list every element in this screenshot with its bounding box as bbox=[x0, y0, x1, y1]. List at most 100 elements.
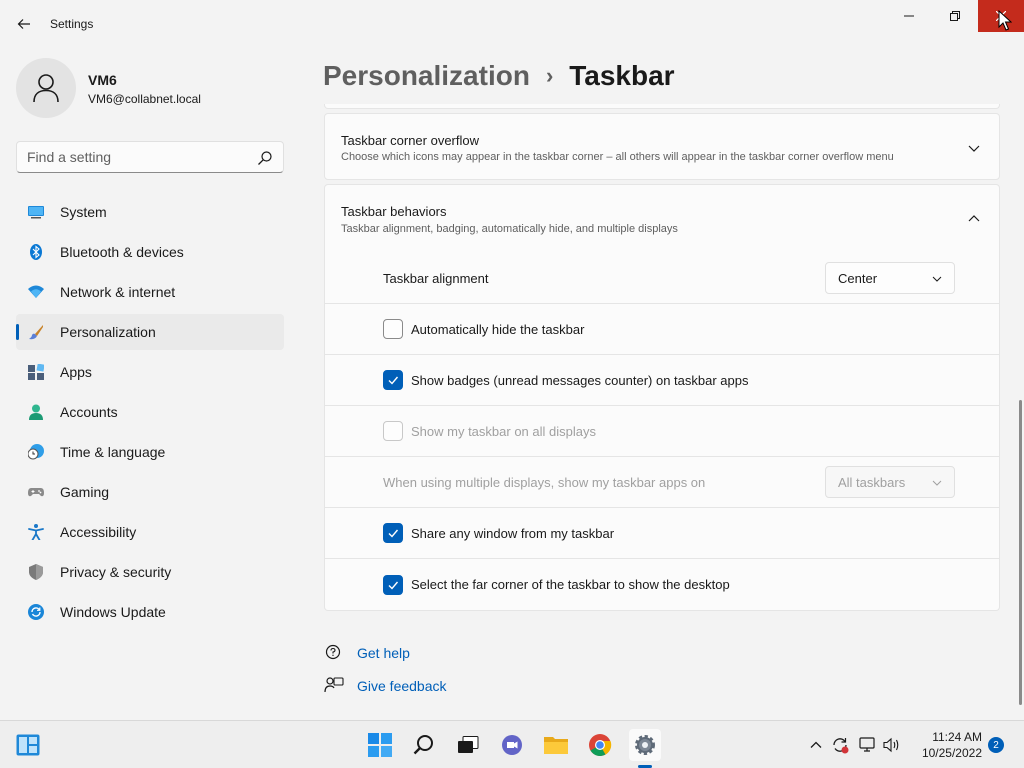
task-view-button[interactable] bbox=[452, 729, 484, 761]
checkbox-label: Select the far corner of the taskbar to … bbox=[411, 577, 730, 592]
show-badges-checkbox[interactable] bbox=[383, 370, 403, 390]
sidebar-item-label: System bbox=[60, 204, 107, 220]
chevron-up-icon[interactable] bbox=[967, 212, 981, 226]
help-icon bbox=[325, 644, 341, 660]
chrome-button[interactable] bbox=[584, 729, 616, 761]
taskbar-search-button[interactable] bbox=[408, 729, 440, 761]
multi-display-label: When using multiple displays, show my ta… bbox=[383, 474, 706, 490]
sidebar-item-bluetooth[interactable]: Bluetooth & devices bbox=[16, 234, 284, 270]
get-help-label: Get help bbox=[357, 645, 410, 661]
far-corner-row[interactable]: Select the far corner of the taskbar to … bbox=[325, 559, 999, 610]
system-icon bbox=[28, 206, 44, 219]
avatar[interactable] bbox=[16, 58, 76, 118]
chevron-down-icon[interactable] bbox=[967, 141, 981, 155]
taskbar-behaviors-settings: Taskbar alignment Center Automatically h… bbox=[324, 253, 1000, 611]
chat-button[interactable] bbox=[496, 729, 528, 761]
page-title: Taskbar bbox=[569, 60, 675, 91]
share-window-row[interactable]: Share any window from my taskbar bbox=[325, 508, 999, 559]
dropdown-value: Center bbox=[838, 270, 878, 286]
volume-button[interactable] bbox=[882, 735, 902, 755]
share-window-checkbox[interactable] bbox=[383, 523, 403, 543]
settings-app-button[interactable] bbox=[629, 729, 661, 761]
card-description: Choose which icons may appear in the tas… bbox=[341, 151, 894, 163]
sync-error-icon bbox=[833, 738, 849, 754]
search-icon bbox=[413, 735, 433, 755]
show-hidden-icons-button[interactable] bbox=[806, 735, 826, 755]
multi-display-dropdown: All taskbars bbox=[825, 466, 955, 498]
sidebar-item-personalization[interactable]: Personalization bbox=[16, 314, 284, 350]
minimize-button[interactable] bbox=[886, 0, 932, 32]
taskbar-behaviors-card[interactable]: Taskbar behaviors Taskbar alignment, bad… bbox=[324, 184, 1000, 254]
windows-update-icon bbox=[28, 604, 44, 620]
sidebar-item-gaming[interactable]: Gaming bbox=[16, 474, 284, 510]
notification-badge[interactable]: 2 bbox=[988, 737, 1004, 753]
user-name: VM6 bbox=[88, 72, 117, 88]
chevron-down-icon bbox=[932, 480, 942, 486]
sidebar-item-accessibility[interactable]: Accessibility bbox=[16, 514, 284, 550]
clock-time: 11:24 AM bbox=[932, 730, 982, 744]
start-button[interactable] bbox=[364, 729, 396, 761]
card-title: Taskbar corner overflow bbox=[341, 133, 479, 148]
taskbar-alignment-dropdown[interactable]: Center bbox=[825, 262, 955, 294]
restore-button[interactable] bbox=[932, 0, 978, 32]
sidebar-item-network[interactable]: Network & internet bbox=[16, 274, 284, 310]
chevron-down-icon bbox=[932, 276, 942, 282]
card-description: Taskbar alignment, badging, automaticall… bbox=[341, 223, 678, 235]
widgets-button[interactable] bbox=[12, 729, 44, 761]
auto-hide-row[interactable]: Automatically hide the taskbar bbox=[325, 304, 999, 355]
sidebar-item-label: Time & language bbox=[60, 444, 166, 460]
chevron-up-icon bbox=[810, 741, 822, 748]
taskbar-alignment-row: Taskbar alignment Center bbox=[325, 253, 999, 304]
auto-hide-checkbox[interactable] bbox=[383, 319, 403, 339]
sidebar-item-label: Accessibility bbox=[60, 524, 137, 540]
brush-icon bbox=[29, 325, 43, 340]
all-displays-row: Show my taskbar on all displays bbox=[325, 406, 999, 457]
sync-status-button[interactable] bbox=[830, 735, 850, 755]
search-box bbox=[16, 141, 284, 173]
checkbox-label: Show my taskbar on all displays bbox=[411, 423, 596, 439]
bluetooth-icon bbox=[30, 244, 42, 260]
sidebar-item-label: Apps bbox=[60, 364, 92, 380]
scrollbar[interactable] bbox=[1019, 400, 1022, 705]
task-view-icon bbox=[458, 736, 479, 753]
get-help-link[interactable]: Get help bbox=[324, 642, 410, 664]
clock-date: 10/25/2022 bbox=[921, 746, 982, 760]
widgets-icon bbox=[16, 734, 40, 756]
file-explorer-button[interactable] bbox=[540, 729, 572, 761]
gear-icon bbox=[635, 735, 655, 755]
speaker-icon bbox=[883, 737, 899, 753]
user-profile: VM6 VM6@collabnet.local bbox=[16, 58, 286, 118]
far-corner-checkbox[interactable] bbox=[383, 574, 403, 595]
sidebar-item-label: Gaming bbox=[60, 484, 110, 500]
network-status-button[interactable] bbox=[858, 735, 878, 755]
time-language-icon bbox=[28, 444, 44, 460]
breadcrumb-parent[interactable]: Personalization bbox=[323, 60, 530, 92]
sidebar-item-accounts[interactable]: Accounts bbox=[16, 394, 284, 430]
sidebar-nav: System Bluetooth & devices Network & int… bbox=[16, 194, 284, 634]
show-badges-row[interactable]: Show badges (unread messages counter) on… bbox=[325, 355, 999, 406]
multi-display-row: When using multiple displays, show my ta… bbox=[325, 457, 999, 508]
clock[interactable]: 11:24 AM 10/25/2022 bbox=[912, 729, 982, 761]
all-displays-checkbox bbox=[383, 421, 403, 441]
sidebar-item-windows-update[interactable]: Windows Update bbox=[16, 594, 284, 630]
sidebar-item-system[interactable]: System bbox=[16, 194, 284, 230]
gaming-icon bbox=[28, 488, 44, 497]
person-icon bbox=[33, 74, 59, 103]
back-button[interactable] bbox=[14, 14, 34, 34]
sidebar-item-apps[interactable]: Apps bbox=[16, 354, 284, 390]
sidebar-item-privacy-security[interactable]: Privacy & security bbox=[16, 554, 284, 590]
checkbox-label: Share any window from my taskbar bbox=[411, 525, 615, 541]
network-icon bbox=[28, 285, 44, 298]
previous-card-edge bbox=[324, 104, 1000, 109]
taskbar-corner-overflow-card[interactable]: Taskbar corner overflow Choose which ico… bbox=[324, 113, 1000, 180]
give-feedback-link[interactable]: Give feedback bbox=[324, 675, 447, 697]
windows-start-icon bbox=[368, 733, 392, 757]
sidebar-item-time-language[interactable]: Time & language bbox=[16, 434, 284, 470]
search-input[interactable] bbox=[27, 149, 247, 165]
search-icon[interactable] bbox=[257, 150, 273, 166]
apps-icon bbox=[28, 364, 44, 380]
checkmark-icon bbox=[388, 529, 399, 538]
restore-icon bbox=[950, 11, 960, 21]
user-email: VM6@collabnet.local bbox=[88, 92, 201, 106]
sidebar-item-label: Network & internet bbox=[60, 284, 176, 300]
